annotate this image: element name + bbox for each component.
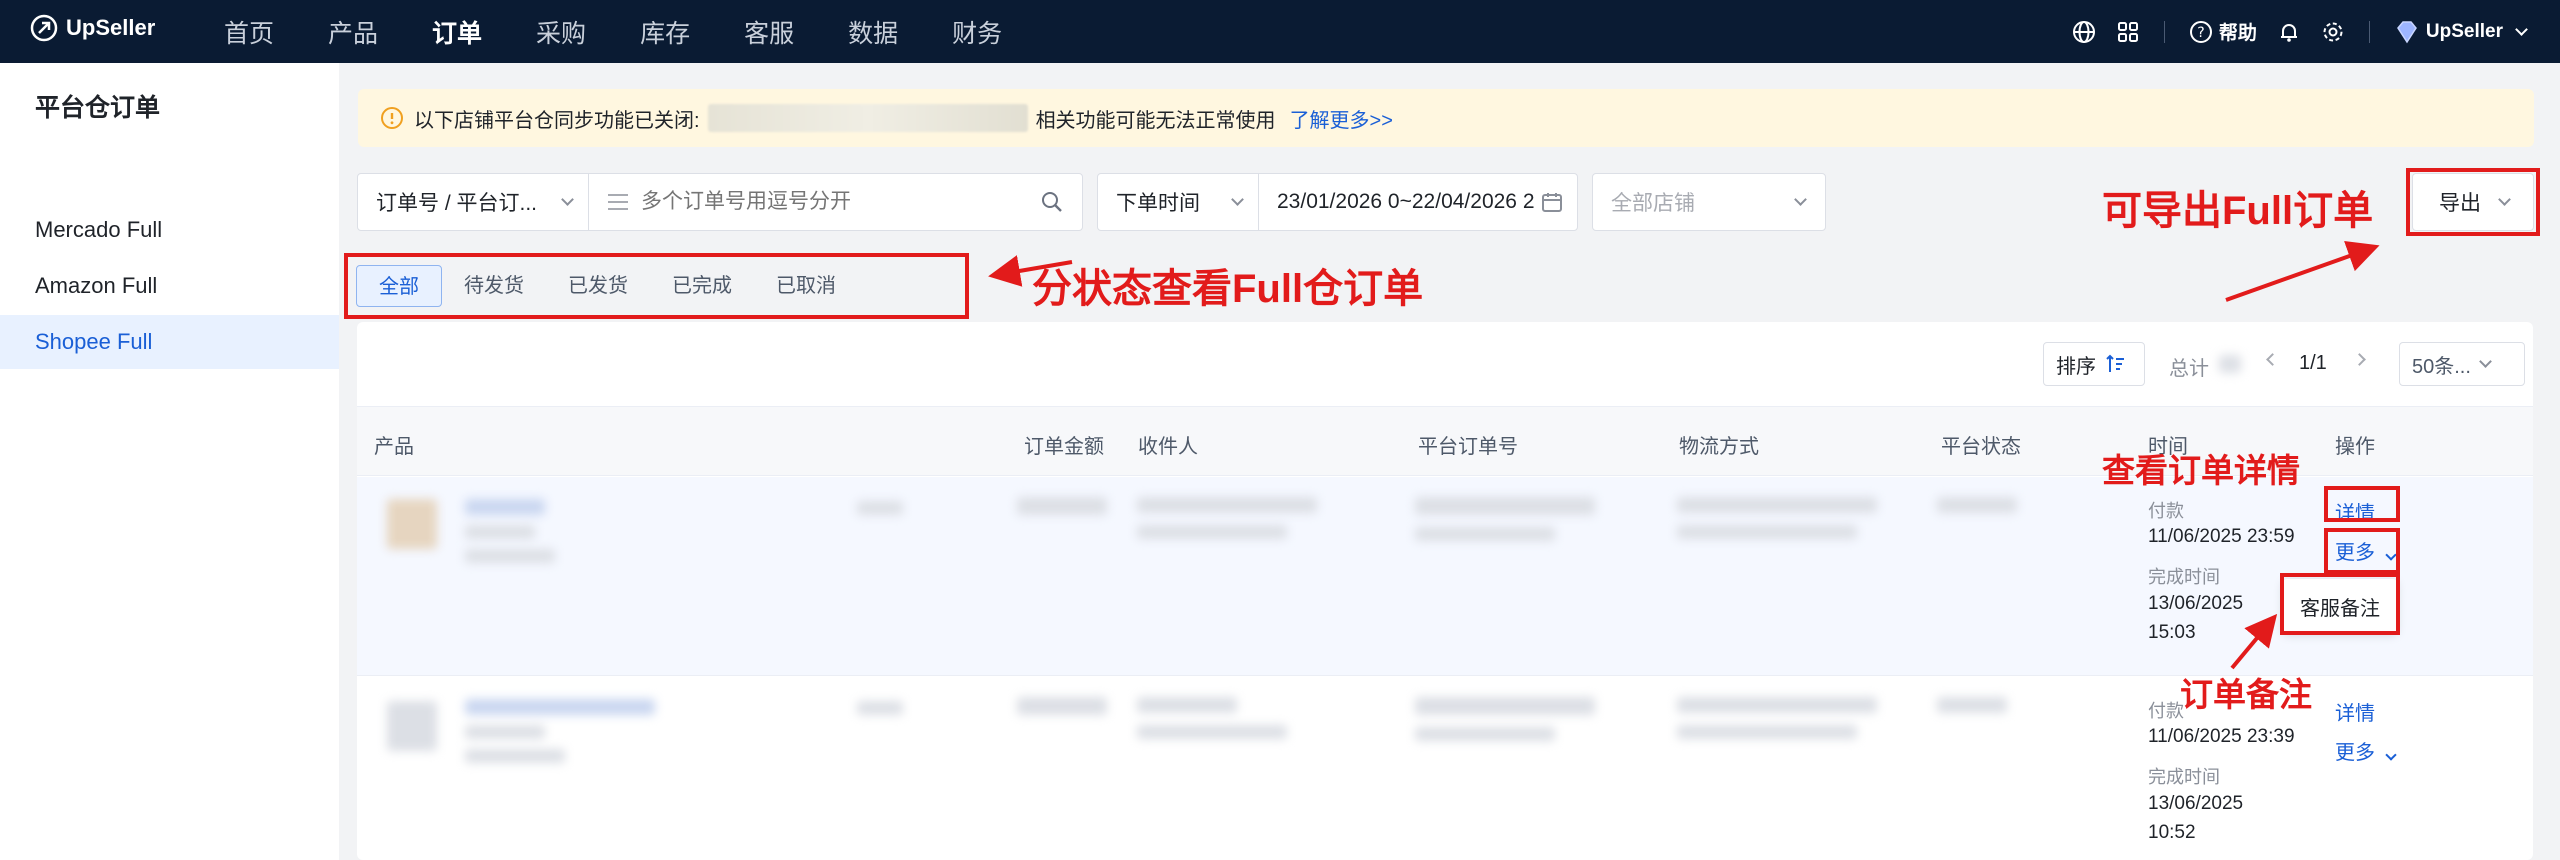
arrow-to-tabs	[988, 255, 1073, 287]
arrow-to-note	[2230, 613, 2278, 670]
arrow-to-export	[2225, 240, 2380, 302]
annotation-arrows	[988, 240, 2380, 670]
